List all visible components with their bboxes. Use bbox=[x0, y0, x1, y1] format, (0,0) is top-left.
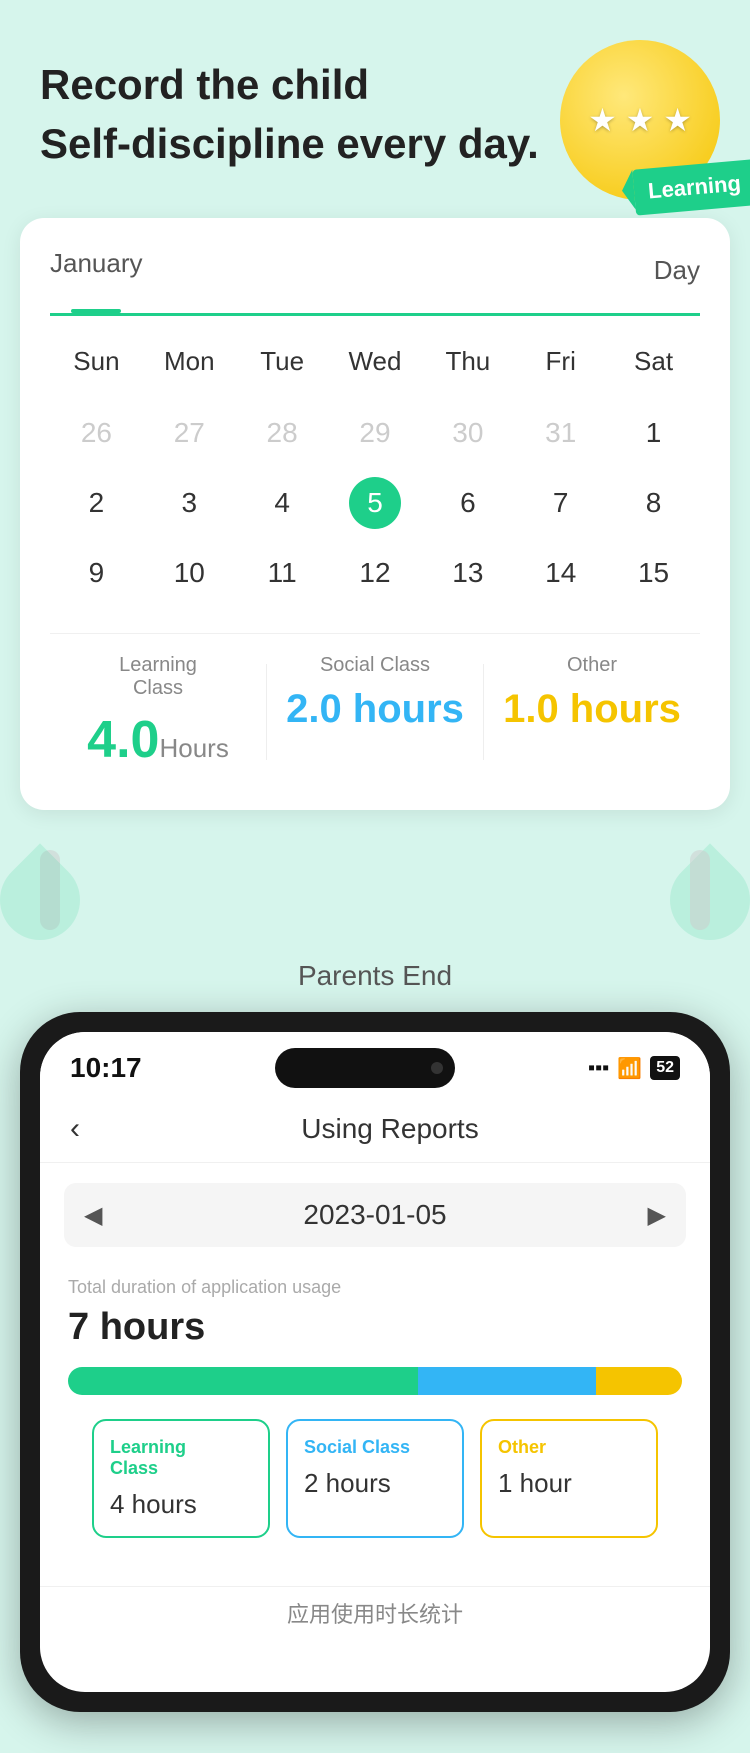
notch-camera bbox=[431, 1062, 443, 1074]
status-notch bbox=[275, 1048, 455, 1088]
stat-other-value: 1.0 hours bbox=[484, 687, 700, 732]
card-other-value: 1 hour bbox=[498, 1468, 640, 1499]
nav-back-button[interactable]: ‹ bbox=[70, 1112, 80, 1146]
weekday-thu: Thu bbox=[421, 336, 514, 387]
signal-icon: ▪▪▪ bbox=[588, 1057, 609, 1080]
card-other: Other 1 hour bbox=[480, 1419, 658, 1538]
card-other-label: Other bbox=[498, 1437, 640, 1458]
stat-other: Other 1.0 hours bbox=[484, 654, 700, 770]
header-section: Record the child Self-discipline every d… bbox=[0, 0, 750, 198]
parents-end-section: Parents End 10:17 ▪▪▪ 📶 52 ‹ Using Repor… bbox=[0, 940, 750, 1732]
wifi-icon: 📶 bbox=[617, 1056, 642, 1081]
duration-meta: Total duration of application usage bbox=[68, 1277, 682, 1298]
date-navigation: ◀ 2023-01-05 ▶ bbox=[64, 1183, 686, 1247]
stat-learning: LearningClass 4.0Hours bbox=[50, 654, 266, 770]
scroll-handles-area bbox=[0, 840, 750, 940]
category-cards: LearningClass 4 hours Social Class 2 hou… bbox=[68, 1419, 682, 1562]
date-prev-button[interactable]: ◀ bbox=[84, 1201, 102, 1230]
app-nav: ‹ Using Reports bbox=[40, 1096, 710, 1163]
calendar-weekdays: SunMonTueWedThuFriSat bbox=[50, 336, 700, 387]
weekday-mon: Mon bbox=[143, 336, 236, 387]
date-next-button[interactable]: ▶ bbox=[648, 1201, 666, 1230]
progress-bar bbox=[68, 1367, 682, 1395]
calendar-day[interactable]: 8 bbox=[607, 473, 700, 533]
card-learning-value: 4 hours bbox=[110, 1489, 252, 1520]
card-learning: LearningClass 4 hours bbox=[92, 1419, 270, 1538]
weekday-sat: Sat bbox=[607, 336, 700, 387]
calendar-day[interactable]: 14 bbox=[514, 543, 607, 603]
phone-screen: 10:17 ▪▪▪ 📶 52 ‹ Using Reports ◀ 2023-01… bbox=[40, 1032, 710, 1692]
status-time: 10:17 bbox=[70, 1052, 142, 1084]
calendar-day[interactable]: 2 bbox=[50, 473, 143, 533]
calendar-day[interactable]: 4 bbox=[236, 473, 329, 533]
calendar-day[interactable]: 15 bbox=[607, 543, 700, 603]
stat-social-value: 2.0 hours bbox=[267, 687, 483, 732]
stats-row: LearningClass 4.0Hours Social Class 2.0 … bbox=[50, 633, 700, 770]
calendar-header: January Day bbox=[50, 248, 700, 316]
card-learning-label: LearningClass bbox=[110, 1437, 252, 1479]
phone-frame: 10:17 ▪▪▪ 📶 52 ‹ Using Reports ◀ 2023-01… bbox=[20, 1012, 730, 1712]
progress-social bbox=[418, 1367, 596, 1395]
calendar-day[interactable]: 30 bbox=[421, 403, 514, 463]
calendar-day[interactable]: 31 bbox=[514, 403, 607, 463]
calendar-day[interactable]: 6 bbox=[421, 473, 514, 533]
stat-other-label: Other bbox=[484, 654, 700, 677]
card-social: Social Class 2 hours bbox=[286, 1419, 464, 1538]
weekday-wed: Wed bbox=[329, 336, 422, 387]
medal-decoration: ★ ★ ★ Learning bbox=[500, 30, 750, 230]
calendar-day[interactable]: 7 bbox=[514, 473, 607, 533]
calendar-day[interactable]: 5 bbox=[349, 477, 401, 529]
calendar-day[interactable]: 3 bbox=[143, 473, 236, 533]
calendar-card: January Day SunMonTueWedThuFriSat 262728… bbox=[20, 218, 730, 810]
calendar-grid: SunMonTueWedThuFriSat 262728293031123456… bbox=[50, 336, 700, 603]
leaf-decoration-left bbox=[0, 844, 97, 957]
calendar-day[interactable]: 11 bbox=[236, 543, 329, 603]
stat-learning-value: 4.0Hours bbox=[50, 710, 266, 770]
calendar-day[interactable]: 26 bbox=[50, 403, 143, 463]
calendar-day[interactable]: 29 bbox=[329, 403, 422, 463]
status-icons: ▪▪▪ 📶 52 bbox=[588, 1056, 680, 1081]
nav-title: Using Reports bbox=[100, 1113, 680, 1145]
weekday-tue: Tue bbox=[236, 336, 329, 387]
weekday-sun: Sun bbox=[50, 336, 143, 387]
calendar-day[interactable]: 12 bbox=[329, 543, 422, 603]
calendar-day[interactable]: 1 bbox=[607, 403, 700, 463]
calendar-day[interactable]: 27 bbox=[143, 403, 236, 463]
calendar-day[interactable]: 28 bbox=[236, 403, 329, 463]
card-social-label: Social Class bbox=[304, 1437, 446, 1458]
calendar-days: 262728293031123456789101112131415 bbox=[50, 403, 700, 603]
stat-learning-label: LearningClass bbox=[50, 654, 266, 700]
date-display: 2023-01-05 bbox=[303, 1199, 446, 1231]
medal-stars: ★ ★ ★ bbox=[588, 101, 692, 139]
parents-end-label: Parents End bbox=[0, 960, 750, 992]
progress-learning bbox=[68, 1367, 418, 1395]
duration-section: Total duration of application usage 7 ho… bbox=[40, 1267, 710, 1582]
stat-social: Social Class 2.0 hours bbox=[267, 654, 483, 770]
scroll-handle-right[interactable] bbox=[690, 850, 710, 930]
phone-status-bar: 10:17 ▪▪▪ 📶 52 bbox=[40, 1032, 710, 1096]
progress-other bbox=[596, 1367, 682, 1395]
calendar-day-label[interactable]: Day bbox=[654, 255, 700, 286]
card-social-value: 2 hours bbox=[304, 1468, 446, 1499]
weekday-fri: Fri bbox=[514, 336, 607, 387]
duration-total: 7 hours bbox=[68, 1306, 682, 1349]
calendar-day[interactable]: 13 bbox=[421, 543, 514, 603]
calendar-month[interactable]: January bbox=[50, 248, 143, 293]
stat-social-label: Social Class bbox=[267, 654, 483, 677]
calendar-day[interactable]: 9 bbox=[50, 543, 143, 603]
battery-icon: 52 bbox=[650, 1056, 680, 1080]
calendar-day[interactable]: 10 bbox=[143, 543, 236, 603]
stat-learning-unit: Hours bbox=[159, 733, 228, 763]
bottom-label: 应用使用时长统计 bbox=[40, 1586, 710, 1649]
